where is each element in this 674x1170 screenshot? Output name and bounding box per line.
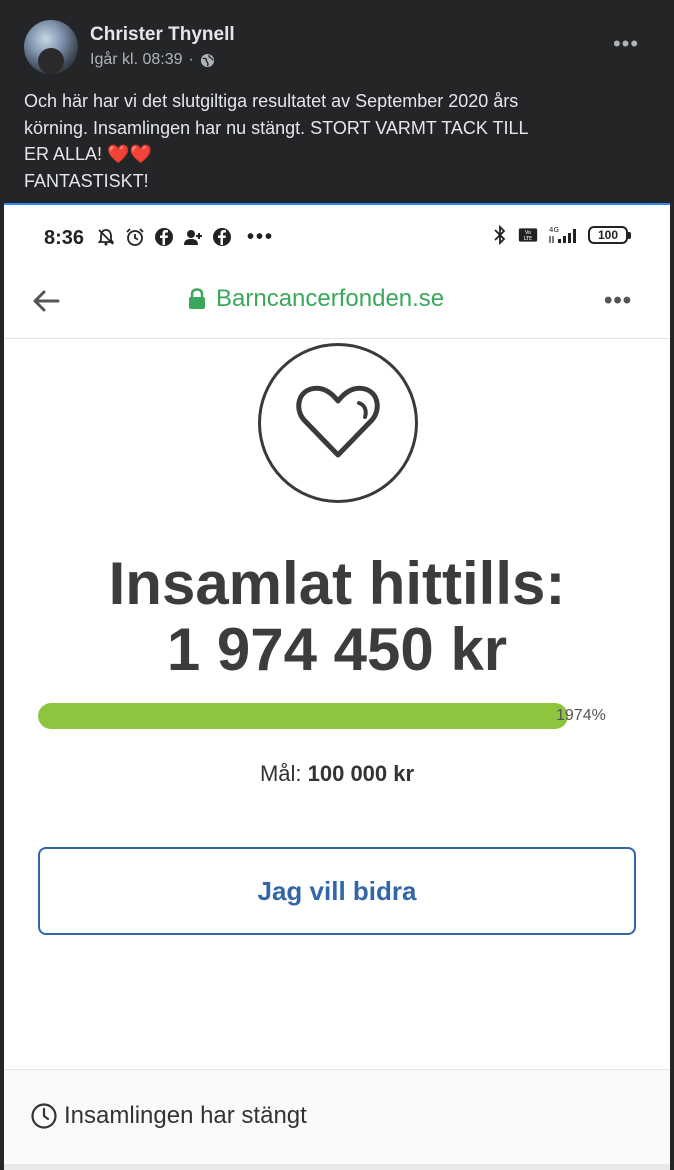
phone-status-bar: 8:36 ••• Vo LTE 4G 100	[4, 205, 670, 269]
goal-line: Mål: 100 000 kr	[4, 761, 670, 787]
post-header: Christer Thynell Igår kl. 08:39 · ••• Oc…	[0, 0, 674, 200]
collected-amount: 1 974 450 kr	[166, 616, 508, 683]
signal-4g-icon: 4G	[546, 225, 580, 245]
progress-label: 1974%	[556, 707, 606, 724]
bluetooth-icon	[490, 225, 510, 245]
closed-text: Insamlingen har stängt	[64, 1102, 307, 1129]
post-text-line: Och här har vi det slutgiltiga resultate…	[24, 91, 519, 111]
donate-button[interactable]: Jag vill bidra	[38, 847, 636, 935]
post-author[interactable]: Christer Thynell	[90, 24, 235, 46]
facebook-icon	[212, 227, 232, 247]
post-text-line: ER ALLA! ❤️❤️	[24, 144, 152, 164]
person-add-icon	[183, 227, 203, 247]
battery-indicator: 100	[588, 226, 631, 244]
clock-icon	[30, 1102, 58, 1130]
alarm-icon	[125, 227, 145, 247]
goal-value: 100 000 kr	[307, 761, 415, 786]
notifications-off-icon	[96, 227, 116, 247]
arrow-left-icon[interactable]	[30, 285, 62, 317]
status-icons-left: •••	[96, 227, 274, 247]
svg-text:LTE: LTE	[524, 236, 532, 242]
globe-icon	[200, 53, 215, 68]
post-text: Och här har vi det slutgiltiga resultate…	[24, 88, 654, 194]
post-timestamp[interactable]: Igår kl. 08:39	[90, 51, 183, 69]
closed-status: Insamlingen har stängt	[30, 1102, 307, 1130]
browser-menu-icon[interactable]: •••	[604, 287, 632, 315]
fundraiser-status-footer: Insamlingen har stängt	[4, 1069, 670, 1170]
meta-separator: ·	[188, 51, 194, 68]
post-text-line: körning. Insamlingen har nu stängt. STOR…	[24, 117, 529, 138]
facebook-icon	[154, 227, 174, 247]
volte-icon: Vo LTE	[518, 225, 538, 245]
progress-bar	[38, 703, 568, 729]
status-time: 8:36	[44, 227, 85, 249]
svg-text:4G: 4G	[549, 226, 559, 234]
post-meta: Igår kl. 08:39 ·	[90, 51, 215, 69]
lock-icon	[188, 288, 206, 310]
goal-label: Mål:	[259, 761, 302, 786]
post-image[interactable]: 8:36 ••• Vo LTE 4G 100 Barncancerfonden.…	[4, 203, 670, 1170]
collected-heading: Insamlat hittills:	[108, 550, 566, 617]
url-display[interactable]: Barncancerfonden.se	[188, 285, 444, 313]
heart-badge	[258, 343, 418, 503]
browser-url-bar: Barncancerfonden.se •••	[4, 269, 670, 339]
post-text-line: FANTASTISKT!	[24, 170, 149, 191]
post-more-icon[interactable]: •••	[612, 30, 640, 58]
url-text: Barncancerfonden.se	[216, 285, 445, 312]
avatar[interactable]	[24, 20, 78, 74]
bottom-divider	[4, 1164, 670, 1170]
progress-fill	[38, 703, 568, 729]
status-icons-right: Vo LTE 4G 100	[490, 225, 631, 245]
heart-icon	[293, 381, 383, 466]
status-overflow: •••	[247, 226, 275, 248]
